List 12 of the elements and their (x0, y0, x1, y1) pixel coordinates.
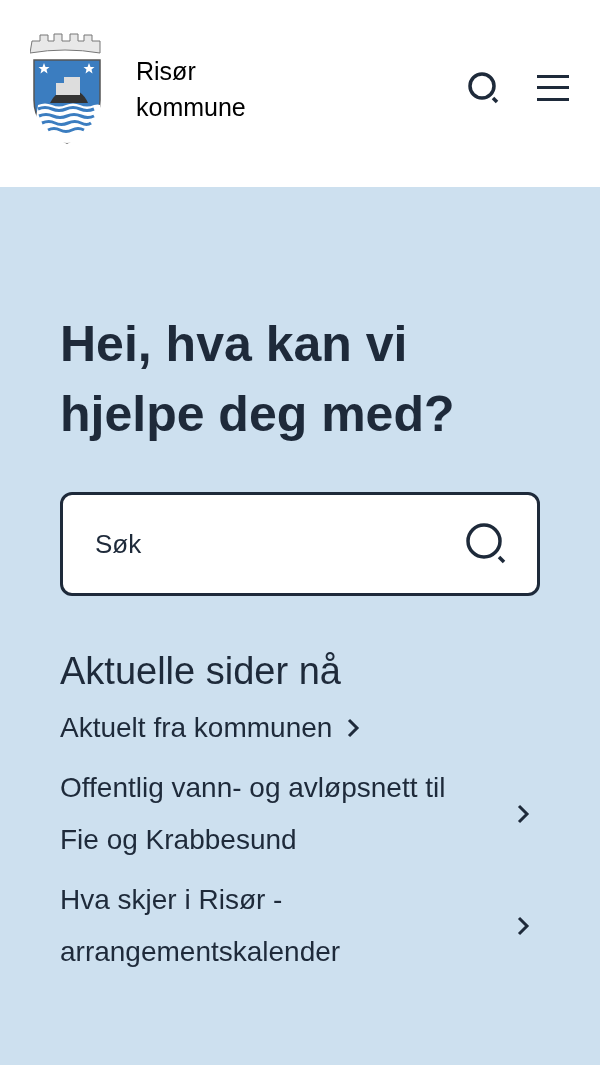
logo-text[interactable]: kommune (136, 88, 246, 125)
page-link[interactable]: Hva skjer i Risør - arrangementskalender (60, 874, 530, 978)
coat-of-arms-logo[interactable] (30, 32, 104, 145)
search-field[interactable]: Søk (60, 492, 540, 596)
chevron-right-icon (516, 915, 530, 937)
page-link[interactable]: Aktuelt fra kommunen (60, 702, 361, 754)
page-heading: Hei, hva kan vi hjelpe deg med? (60, 315, 456, 444)
logo-text[interactable]: Risør (136, 52, 246, 89)
section-title: Aktuelle sider nå (60, 649, 342, 694)
chevron-right-icon (516, 803, 530, 825)
chevron-right-icon (346, 717, 361, 739)
page-link[interactable]: Offentlig vann- og avløpsnett til Fie og Krabbesund (60, 762, 530, 866)
